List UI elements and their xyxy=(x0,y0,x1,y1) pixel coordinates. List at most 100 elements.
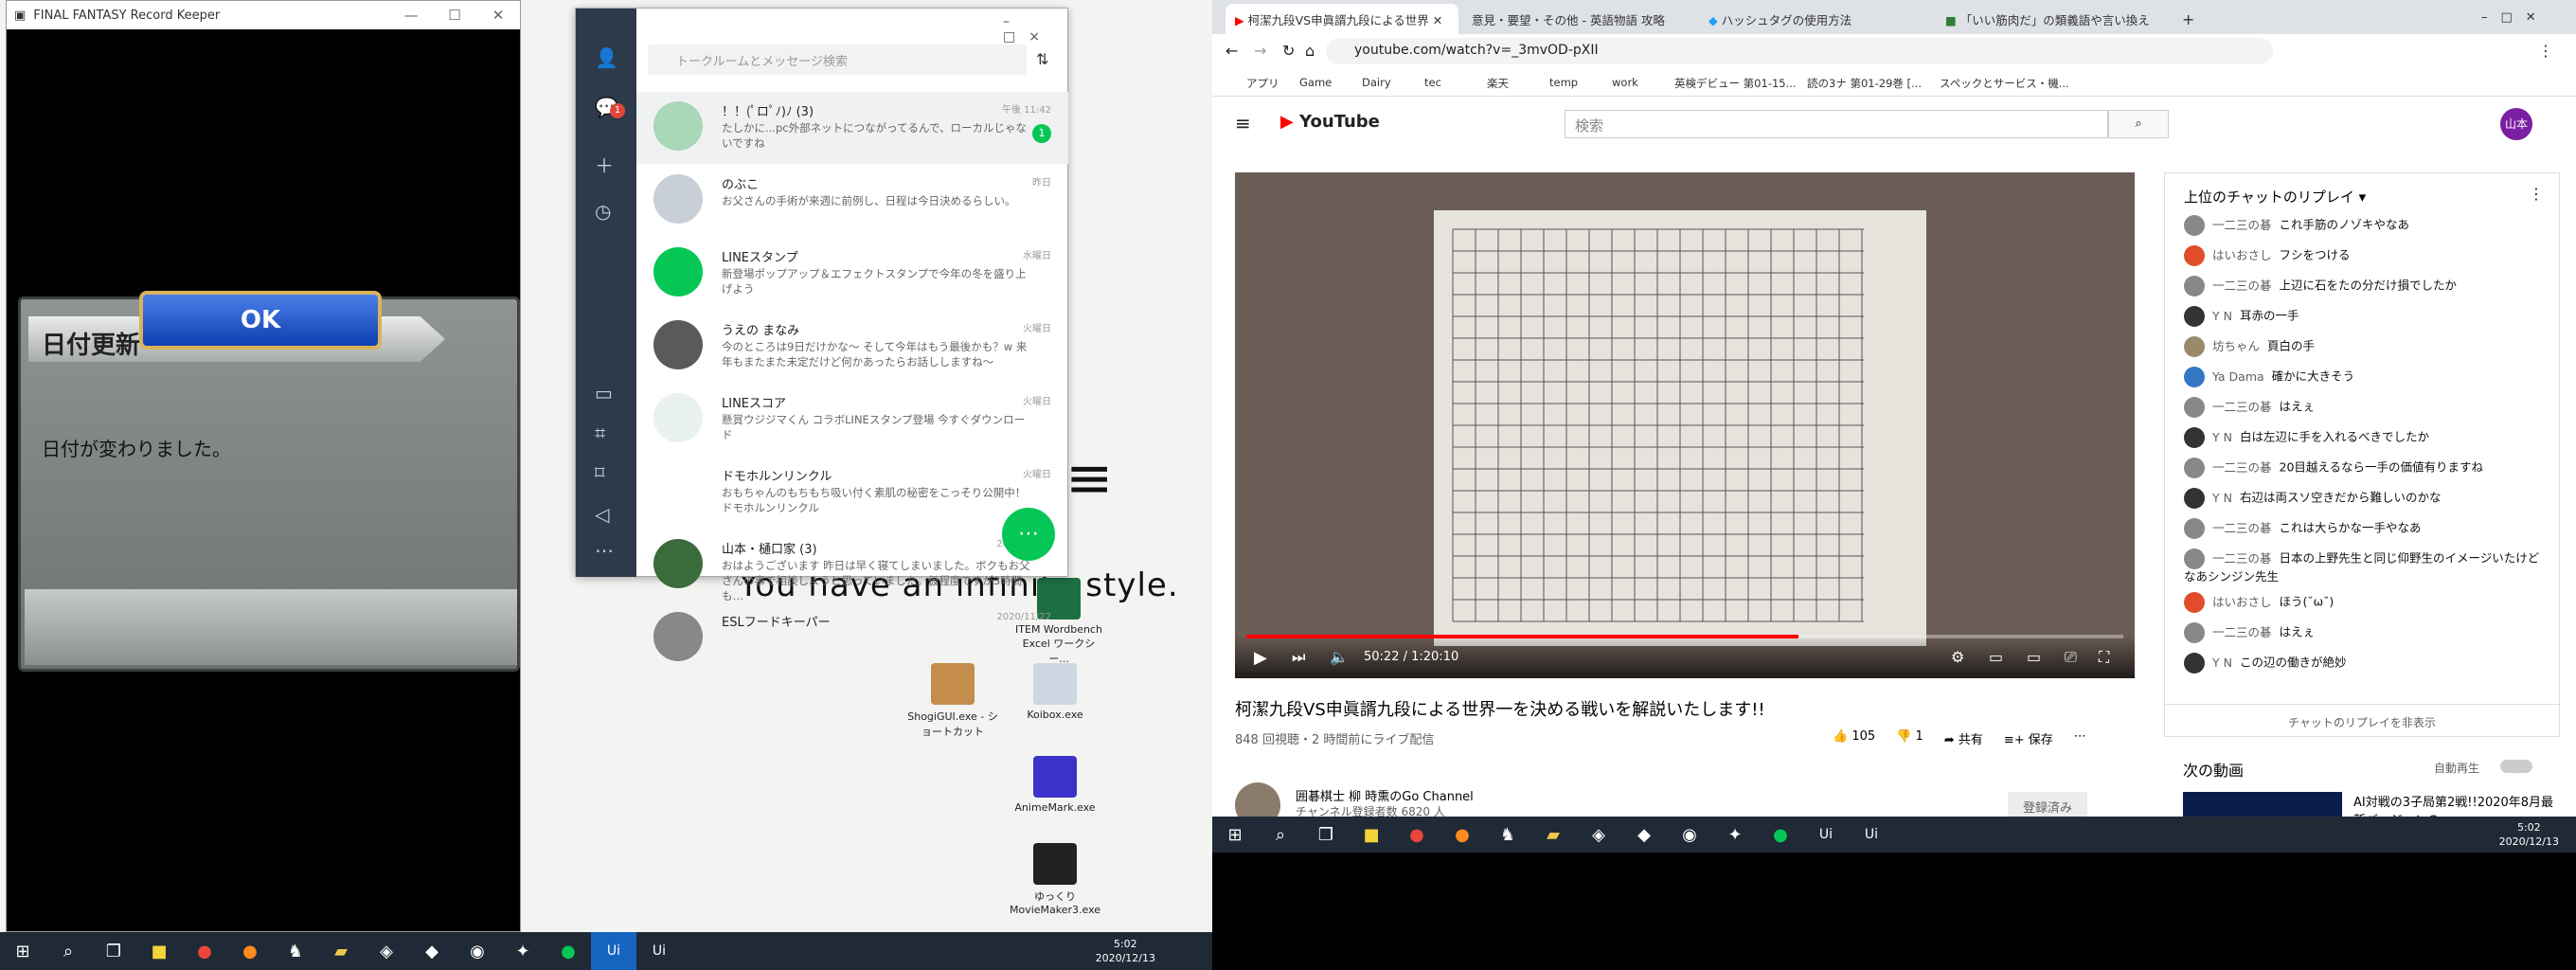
bookmark-item[interactable]: Dairy xyxy=(1362,76,1391,89)
chat-list-item[interactable]: のぶこ お父さんの手術が来週に前例し、日程は今日決めるらしい。 昨日 xyxy=(636,165,1068,237)
uipath-icon[interactable]: Ui xyxy=(591,932,636,970)
more-icon[interactable]: ⋯ xyxy=(2074,729,2086,747)
close-icon[interactable]: ✕ xyxy=(476,7,520,24)
maximize-icon[interactable]: □ xyxy=(1003,29,1029,45)
chat-search-input[interactable]: トークルームとメッセージ検索 xyxy=(648,45,1027,75)
sticky-notes-icon[interactable]: ■ xyxy=(136,932,182,970)
chrome-icon[interactable]: ● xyxy=(182,932,227,970)
youtube-logo[interactable]: ▶ YouTube xyxy=(1280,112,1380,132)
bookmark-item[interactable]: temp xyxy=(1549,76,1578,89)
line-icon[interactable]: ● xyxy=(1758,816,1803,853)
uipath-icon[interactable]: Ui xyxy=(1849,816,1894,853)
reload-icon[interactable]: ↻ xyxy=(1282,42,1295,60)
desktop-icon-animemark[interactable]: AnimeMark.exe xyxy=(1010,756,1100,814)
app-icon[interactable]: ◆ xyxy=(409,932,455,970)
settings-icon[interactable]: ⚙ xyxy=(1951,648,1964,666)
app-icon[interactable]: ✦ xyxy=(500,932,546,970)
clock[interactable]: 5:02 2020/12/13 xyxy=(1096,937,1212,965)
search-icon[interactable]: ⌕ xyxy=(1258,816,1303,853)
video-icon[interactable]: ▭ xyxy=(595,382,617,404)
task-view-icon[interactable]: ❐ xyxy=(1303,816,1349,853)
new-tab-button[interactable]: + xyxy=(2173,4,2201,34)
app-icon[interactable]: ◆ xyxy=(1621,816,1667,853)
uipath-icon[interactable]: Ui xyxy=(1803,816,1849,853)
clock[interactable]: 5:02 2020/12/13 xyxy=(2499,820,2576,849)
app-icon[interactable]: ♞ xyxy=(273,932,318,970)
chat-list-item[interactable]: LINEスタンプ 新登場ポップアップ＆エフェクトスタンプで今年の冬を盛り上げよう… xyxy=(636,238,1068,310)
search-icon[interactable]: ⌕ xyxy=(45,932,91,970)
chrome-icon[interactable]: ● xyxy=(1394,816,1440,853)
more-icon[interactable]: ⋮ xyxy=(2529,185,2544,203)
app-icon[interactable]: ◉ xyxy=(455,932,500,970)
miniplayer-icon[interactable]: ▭ xyxy=(1989,648,2003,666)
uipath-icon[interactable]: Ui xyxy=(636,932,682,970)
hamburger-icon[interactable]: ≡ xyxy=(1235,112,1251,135)
dislike-button[interactable]: 👎 1 xyxy=(1896,729,1923,747)
menu-icon[interactable]: ⋮ xyxy=(2538,42,2553,60)
crop-icon[interactable]: ⌗ xyxy=(595,422,617,444)
like-button[interactable]: 👍 105 xyxy=(1833,729,1875,747)
app-icon[interactable]: ◉ xyxy=(1667,816,1712,853)
cast-icon[interactable]: ⎚ xyxy=(2065,648,2077,667)
progress-bar[interactable] xyxy=(1246,635,2123,638)
bookmark-item[interactable]: work xyxy=(1612,76,1638,89)
chat-list-item[interactable]: ！！(ﾟロﾟﾉ)ﾉ (3) たしかに...pc外部ネットにつながってるんで、ロー… xyxy=(636,92,1068,164)
firefox-icon[interactable]: ● xyxy=(227,932,273,970)
task-view-icon[interactable]: ❐ xyxy=(91,932,136,970)
tab-weblio[interactable]: ■ 「いい筋肉だ」の類義語や言い換え xyxy=(1936,4,2169,34)
channel-name[interactable]: 囲碁棋士 柳 時熏のGo Channel xyxy=(1296,786,1474,804)
firefox-icon[interactable]: ● xyxy=(1440,816,1485,853)
app-icon[interactable]: ◈ xyxy=(1576,816,1621,853)
chat-header[interactable]: 上位のチャットのリプレイ ▾ xyxy=(2184,187,2366,207)
chat-list-item[interactable]: ESLフードキーパー 2020/11/22 xyxy=(636,602,1068,674)
app-icon[interactable]: ◈ xyxy=(364,932,409,970)
start-icon[interactable]: ⊞ xyxy=(0,932,45,970)
bookmark-item[interactable]: アプリ xyxy=(1246,76,1279,91)
video-player[interactable]: ▶ ⏭ 🔈 50:22 / 1:20:10 ⚙ ▭ ▭ ⎚ ⛶ xyxy=(1235,172,2135,678)
app-icon[interactable]: ✦ xyxy=(1712,816,1758,853)
avatar[interactable]: 山本 xyxy=(2500,108,2532,140)
line-icon[interactable]: ● xyxy=(546,932,591,970)
chat-list-item[interactable]: LINEスコア 懸賞ウジジマくん コラボLINEスタンプ登場 今すぐダウンロード… xyxy=(636,384,1068,456)
friends-icon[interactable]: 👤 xyxy=(595,46,618,69)
minimize-icon[interactable]: – xyxy=(1003,14,1023,29)
tab-twitter[interactable]: ◆ ハッシュタグの使用方法 xyxy=(1699,4,1932,34)
address-bar[interactable]: youtube.com/watch?v=_3mvOD-pXII xyxy=(1326,38,2273,64)
desktop-icon-ymm[interactable]: ゆっくりMovieMaker3.exe xyxy=(1010,843,1100,916)
tab-eigo[interactable]: 意見・要望・その他 - 英語物語 攻略 xyxy=(1462,4,1695,34)
bookmark-item[interactable]: 楽天 xyxy=(1487,76,1509,91)
back-icon[interactable]: ← xyxy=(1225,42,1238,60)
volume-icon[interactable]: 🔈 xyxy=(1330,648,1349,666)
bookmark-item[interactable]: スペックとサービス・機... xyxy=(1940,76,2069,91)
new-chat-button[interactable]: ⋯ xyxy=(1002,508,1055,561)
home-icon[interactable]: ⌂ xyxy=(1305,42,1315,60)
desktop-icon-shogigui[interactable]: ShogiGUI.exe - ショートカット xyxy=(907,663,998,739)
bookmark-item[interactable]: 英検デビュー 第01-15... xyxy=(1674,76,1797,91)
theater-icon[interactable]: ▭ xyxy=(2027,648,2041,666)
hide-replay-button[interactable]: チャットのリプレイを非表示 xyxy=(2165,704,2559,730)
forward-icon[interactable]: → xyxy=(1254,42,1266,60)
autoplay-toggle[interactable] xyxy=(2500,760,2532,773)
speaker-icon[interactable]: ◁ xyxy=(595,503,617,526)
bookmark-item[interactable]: 読の3ナ 第01-29巻 [... xyxy=(1807,76,1922,91)
more-icon[interactable]: ⋯ xyxy=(595,539,617,562)
search-icon[interactable]: ⌕ xyxy=(2108,110,2169,138)
history-icon[interactable]: ◷ xyxy=(595,200,617,223)
app-icon[interactable]: ♞ xyxy=(1485,816,1530,853)
sort-icon[interactable]: ⇅ xyxy=(1036,50,1048,68)
youtube-search-input[interactable]: 検索 xyxy=(1565,110,2108,138)
bookmark-icon[interactable]: ⌑ xyxy=(595,461,617,484)
maximize-icon[interactable]: ☐ xyxy=(433,7,476,24)
bookmark-item[interactable]: Game xyxy=(1299,76,1332,89)
sticky-notes-icon[interactable]: ■ xyxy=(1349,816,1394,853)
share-button[interactable]: ➦ 共有 xyxy=(1944,729,1983,747)
close-icon[interactable]: × xyxy=(1029,29,1053,45)
add-friend-icon[interactable]: ＋ xyxy=(595,151,617,177)
explorer-icon[interactable]: ▰ xyxy=(318,932,364,970)
save-button[interactable]: ≡+ 保存 xyxy=(2004,729,2053,747)
chat-list-item[interactable]: うえの まなみ 今のところは9日だけかな〜 そして今年はもう最後かも？w 来年も… xyxy=(636,311,1068,383)
ok-button[interactable]: OK xyxy=(139,291,382,350)
chat-list-item[interactable]: ドモホルンリンクル おもちゃんのもちもち吸い付く素肌の秘密をこっそり公開中！ドモ… xyxy=(636,457,1068,529)
tab-youtube[interactable]: ▶ 柯潔九段VS申眞諝九段による世界 ✕ xyxy=(1225,4,1458,34)
bookmark-item[interactable]: tec xyxy=(1424,76,1441,89)
